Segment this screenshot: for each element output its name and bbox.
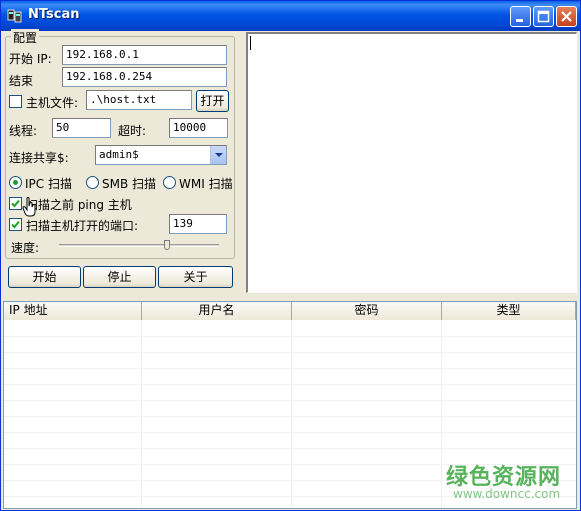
table-row-divider (4, 448, 576, 449)
share-select-value: admin$ (99, 148, 139, 161)
ping-checkbox[interactable] (9, 197, 22, 210)
start-ip-input[interactable]: 192.168.0.1 (62, 45, 227, 65)
share-select[interactable]: admin$ (95, 145, 227, 165)
ports-label: 扫描主机打开的端口: (26, 219, 139, 233)
table-row-divider (4, 416, 576, 417)
ports-input[interactable]: 139 (169, 214, 227, 234)
table-row-divider (4, 336, 576, 337)
app-icon (6, 7, 24, 25)
ntscan-window: NTscan 配置 开始 IP: 192.168.0.1 结束 192.168.… (0, 0, 581, 511)
speed-slider[interactable] (59, 240, 219, 250)
table-row-divider (4, 432, 576, 433)
minimize-button[interactable] (510, 6, 531, 27)
chevron-down-icon[interactable] (210, 146, 226, 164)
watermark-url: www.downcc.com (453, 487, 561, 501)
title-bar[interactable]: NTscan (1, 1, 580, 31)
ports-checkbox[interactable] (9, 218, 22, 231)
column-type[interactable]: 类型 (442, 302, 576, 320)
close-button[interactable] (556, 6, 577, 27)
table-row-divider (4, 384, 576, 385)
table-row-divider (4, 352, 576, 353)
table-header: IP 地址 用户名 密码 类型 (4, 302, 576, 320)
threads-label: 线程: (9, 124, 38, 138)
end-ip-label: 结束 (9, 74, 34, 88)
window-title: NTscan (28, 7, 80, 22)
config-group-label: 配置 (11, 29, 40, 46)
hand-cursor-icon (22, 197, 38, 220)
ipc-scan-label: IPC 扫描 (25, 177, 72, 191)
column-username[interactable]: 用户名 (142, 302, 292, 320)
table-row-divider (4, 400, 576, 401)
start-ip-label: 开始 IP: (9, 52, 52, 66)
threads-input[interactable]: 50 (52, 118, 111, 138)
open-file-button[interactable]: 打开 (196, 90, 229, 112)
timeout-input[interactable]: 10000 (169, 118, 228, 138)
log-output[interactable] (246, 32, 577, 293)
maximize-button[interactable] (533, 6, 554, 27)
timeout-label: 超时: (118, 124, 147, 138)
speed-slider-thumb[interactable] (163, 240, 170, 250)
wmi-scan-label: WMI 扫描 (179, 177, 233, 191)
ipc-scan-radio[interactable] (9, 176, 22, 189)
speed-label: 速度: (11, 241, 40, 255)
smb-scan-radio[interactable] (86, 176, 99, 189)
column-password[interactable]: 密码 (292, 302, 442, 320)
stop-button[interactable]: 停止 (83, 266, 156, 288)
column-ip[interactable]: IP 地址 (4, 302, 142, 320)
ping-label: 扫描之前 ping 主机 (26, 198, 132, 212)
end-ip-input[interactable]: 192.168.0.254 (62, 67, 227, 87)
host-file-label: 主机文件: (26, 96, 79, 110)
host-file-checkbox[interactable] (9, 95, 22, 108)
wmi-scan-radio[interactable] (163, 176, 176, 189)
about-button[interactable]: 关于 (158, 266, 233, 288)
share-label: 连接共享$: (9, 151, 69, 165)
start-button[interactable]: 开始 (8, 266, 81, 288)
table-row-divider (4, 368, 576, 369)
smb-scan-label: SMB 扫描 (102, 177, 157, 191)
host-file-input[interactable]: .\host.txt (86, 90, 192, 110)
text-caret (250, 36, 251, 50)
